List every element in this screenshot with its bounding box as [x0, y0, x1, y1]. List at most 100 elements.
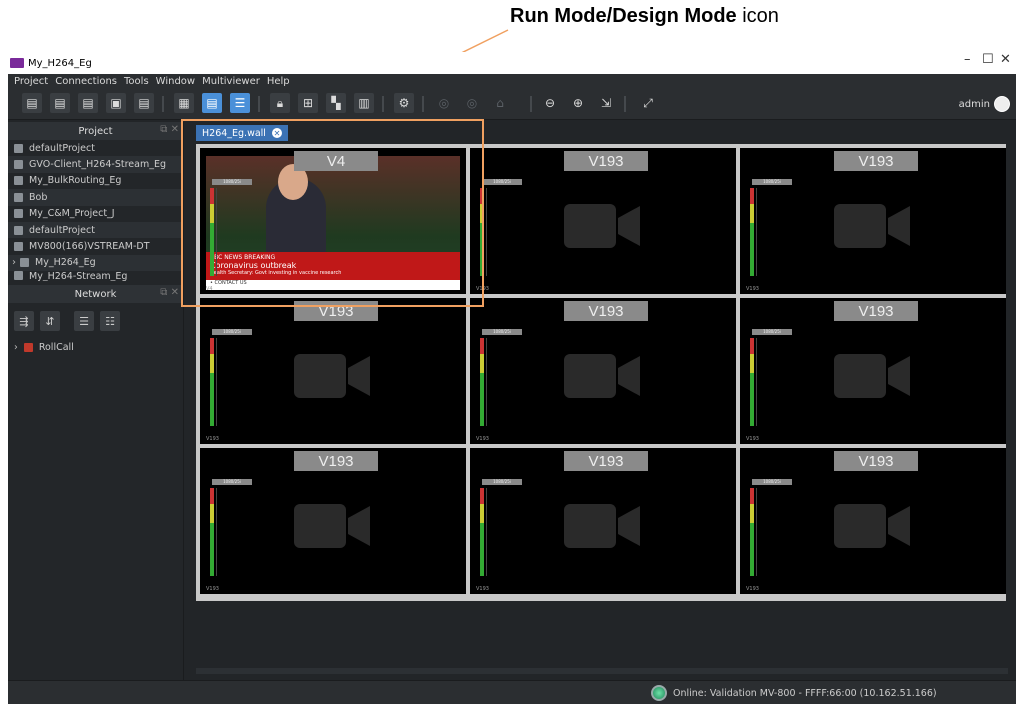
- list-item[interactable]: Bob: [8, 189, 183, 206]
- viewer-tile[interactable]: 1080/25i V193 V193: [200, 448, 466, 594]
- callout-highlight-box: [181, 119, 484, 307]
- viewer-tile[interactable]: 1080/25i V193 V193: [740, 148, 1006, 294]
- project-panel-title: Project: [78, 125, 113, 137]
- project-label: My_H264_Eg: [35, 257, 96, 269]
- disconnect-icon[interactable]: ◎: [462, 93, 482, 113]
- status-led-icon: [651, 685, 667, 701]
- project-label: My_C&M_Project_J: [29, 208, 115, 220]
- menu-help[interactable]: Help: [267, 76, 290, 87]
- user-menu[interactable]: admin: [959, 96, 1010, 112]
- list-item[interactable]: › My_H264_Eg: [8, 254, 183, 272]
- audio-meter-track: [756, 188, 757, 276]
- tile-label: V193: [564, 151, 648, 171]
- collapse-all-icon[interactable]: ⇵: [40, 311, 60, 332]
- align-icon[interactable]: ☰: [230, 93, 250, 113]
- audio-meter-track: [486, 188, 487, 276]
- project-label: GVO-Client_H264-Stream_Eg: [29, 159, 166, 171]
- project-label: defaultProject: [29, 142, 95, 154]
- run-design-mode-icon[interactable]: ▤: [202, 93, 222, 113]
- list-item[interactable]: My_C&M_Project_J: [8, 206, 183, 222]
- zoom-in-icon[interactable]: ⊕: [568, 93, 588, 113]
- audio-meter: [480, 488, 484, 576]
- menu-connections[interactable]: Connections: [55, 76, 117, 87]
- horizontal-scrollbar[interactable]: [196, 668, 1008, 674]
- zoom-out-icon[interactable]: ⊖: [540, 93, 560, 113]
- lock-icon[interactable]: 🔒︎: [270, 93, 290, 113]
- meter-icon[interactable]: ▥: [354, 93, 374, 113]
- avatar-icon: [994, 96, 1010, 112]
- status-bar: Online: Validation MV-800 - FFFF:66:00 (…: [8, 680, 1016, 704]
- snap-icon[interactable]: ▚: [326, 93, 346, 113]
- tile-label: V193: [564, 301, 648, 321]
- project-icon: [14, 271, 23, 281]
- list-item[interactable]: GVO-Client_H264-Stream_Eg: [8, 156, 183, 173]
- audio-meter-track: [756, 338, 757, 426]
- gear-icon[interactable]: ⚙: [394, 93, 414, 113]
- resolution-label: 1080/25i: [482, 329, 522, 335]
- panel-controls[interactable]: ⧉ ✕: [160, 287, 179, 298]
- expand-chevron-icon[interactable]: ›: [12, 257, 16, 268]
- connect-icon[interactable]: ◎: [434, 93, 454, 113]
- tile-caption: V193: [746, 286, 759, 292]
- home-icon[interactable]: ⌂: [490, 93, 510, 113]
- audio-meter: [750, 188, 754, 276]
- viewer-tile[interactable]: 1080/25i V193 V193: [200, 298, 466, 444]
- menu-tools[interactable]: Tools: [124, 76, 149, 87]
- save-icon[interactable]: ▣: [106, 93, 126, 113]
- list-item[interactable]: MV800(166)VSTREAM-DT: [8, 238, 183, 254]
- network-panel-title: Network: [74, 288, 117, 300]
- audio-meter: [210, 488, 214, 576]
- viewer-tile[interactable]: 1080/25i V193 V193: [470, 448, 736, 594]
- video-camera-icon: [294, 354, 370, 398]
- resolution-label: 1080/25i: [482, 179, 522, 185]
- audio-meter: [750, 338, 754, 426]
- audio-meter-track: [756, 488, 757, 576]
- viewer-tile[interactable]: 1080/25i V193 V193: [740, 298, 1006, 444]
- resolution-label: 1080/25i: [212, 479, 252, 485]
- new-project-icon[interactable]: ▤: [22, 93, 42, 113]
- expand-all-icon[interactable]: ⇶: [14, 311, 34, 332]
- properties-icon[interactable]: ▦: [174, 93, 194, 113]
- list-item[interactable]: My_H264-Stream_Eg: [8, 271, 183, 281]
- tile-label: V193: [294, 451, 378, 471]
- grid-icon[interactable]: ⊞: [298, 93, 318, 113]
- close-button[interactable]: ✕: [1000, 52, 1011, 67]
- viewer-tile[interactable]: 1080/25i V193 V193: [470, 148, 736, 294]
- save-as-icon[interactable]: ▤: [134, 93, 154, 113]
- open-project-icon[interactable]: ▤: [50, 93, 70, 113]
- fullscreen-icon[interactable]: ⤢: [638, 93, 658, 113]
- panel-controls[interactable]: ⧉ ✕: [160, 124, 179, 135]
- fit-icon[interactable]: ⇲: [596, 93, 616, 113]
- user-name: admin: [958, 98, 990, 110]
- rollcall-icon: [23, 342, 33, 352]
- list-item[interactable]: defaultProject: [8, 221, 183, 239]
- viewer-tile[interactable]: 1080/25i V193 V193: [470, 298, 736, 444]
- chevron-right-icon[interactable]: ›: [14, 342, 18, 353]
- project-list: defaultProject GVO-Client_H264-Stream_Eg…: [8, 140, 183, 281]
- tree-item-rollcall[interactable]: › RollCall: [8, 339, 183, 355]
- resolution-label: 1080/25i: [752, 479, 792, 485]
- connection-status: Online: Validation MV-800 - FFFF:66:00 (…: [651, 685, 937, 701]
- maximize-button[interactable]: ☐: [982, 52, 994, 67]
- project-icon: [14, 242, 23, 252]
- project-icon: [14, 209, 23, 219]
- resolution-label: 1080/25i: [482, 479, 522, 485]
- tile-label: V193: [834, 451, 918, 471]
- menu-bar: Project Connections Tools Window Multivi…: [8, 74, 1016, 88]
- menu-project[interactable]: Project: [14, 76, 48, 87]
- list-view-icon[interactable]: ☰: [74, 311, 94, 332]
- video-camera-icon: [294, 504, 370, 548]
- list-item[interactable]: defaultProject: [8, 140, 183, 156]
- video-camera-icon: [564, 504, 640, 548]
- tile-caption: V193: [746, 586, 759, 592]
- minimize-button[interactable]: –: [964, 52, 971, 67]
- list-item[interactable]: My_BulkRouting_Eg: [8, 173, 183, 189]
- import-project-icon[interactable]: ▤: [78, 93, 98, 113]
- window-titlebar: My_H264_Eg – ☐ ✕: [8, 52, 1016, 74]
- menu-multiviewer[interactable]: Multiviewer: [202, 76, 260, 87]
- window-title: My_H264_Eg: [28, 57, 92, 69]
- viewer-tile[interactable]: 1080/25i V193 V193: [740, 448, 1006, 594]
- tile-label: V193: [834, 151, 918, 171]
- detail-view-icon[interactable]: ☷: [100, 311, 120, 332]
- menu-window[interactable]: Window: [156, 76, 195, 87]
